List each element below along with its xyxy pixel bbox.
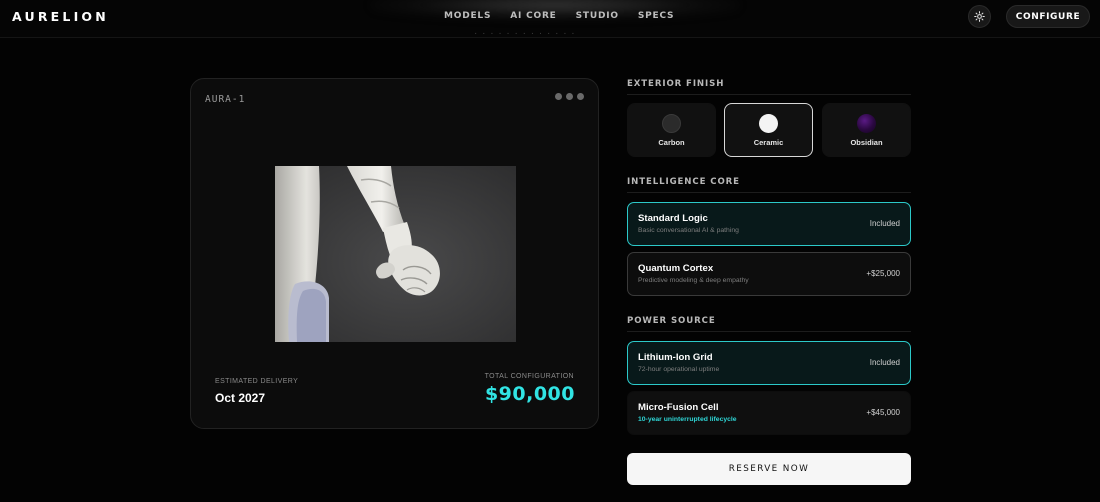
- option-description: Basic conversational AI & pathing: [638, 227, 739, 234]
- finish-option-ceramic[interactable]: Ceramic: [724, 103, 813, 157]
- theme-toggle-button[interactable]: [968, 5, 991, 28]
- option-micro-fusion-cell[interactable]: Micro-Fusion Cell 10-year uninterrupted …: [627, 391, 911, 435]
- option-title: Standard Logic: [638, 213, 708, 224]
- obsidian-swatch: [857, 114, 876, 133]
- finish-label: Ceramic: [753, 138, 784, 147]
- section-divider: [627, 192, 911, 193]
- finish-option-carbon[interactable]: Carbon: [627, 103, 716, 157]
- carbon-swatch: [662, 114, 681, 133]
- option-price: Included: [869, 219, 900, 228]
- section-divider: [627, 331, 911, 332]
- total-label: TOTAL CONFIGURATION: [484, 373, 574, 380]
- option-price: Included: [869, 358, 900, 367]
- option-quantum-cortex[interactable]: Quantum Cortex Predictive modeling & dee…: [627, 252, 911, 296]
- nav-item-ai-core[interactable]: AI CORE: [510, 11, 556, 21]
- main-nav: MODELS AI CORE STUDIO SPECS: [444, 11, 674, 21]
- delivery-date: Oct 2027: [215, 391, 266, 405]
- option-description: 72-hour operational uptime: [638, 366, 720, 373]
- delivery-label: ESTIMATED DELIVERY: [215, 378, 299, 385]
- exterior-finish-heading: EXTERIOR FINISH: [627, 79, 725, 89]
- intelligence-core-heading: INTELLIGENCE CORE: [627, 177, 740, 187]
- option-description: 10-year uninterrupted lifecycle: [638, 416, 737, 423]
- option-standard-logic[interactable]: Standard Logic Basic conversational AI &…: [627, 202, 911, 246]
- nav-item-studio[interactable]: STUDIO: [576, 11, 619, 21]
- brand-logo[interactable]: AURELION: [12, 9, 109, 24]
- option-description: Predictive modeling & deep empathy: [638, 277, 749, 284]
- robot-preview-image: [275, 166, 516, 342]
- finish-option-obsidian[interactable]: Obsidian: [822, 103, 911, 157]
- section-divider: [627, 94, 911, 95]
- option-title: Lithium-Ion Grid: [638, 352, 713, 363]
- finish-label: Obsidian: [850, 138, 883, 147]
- option-price: +$25,000: [866, 269, 900, 278]
- finish-label: Carbon: [658, 138, 685, 147]
- nav-item-specs[interactable]: SPECS: [638, 11, 674, 21]
- ceramic-swatch: [759, 114, 778, 133]
- more-dots-icon[interactable]: [555, 93, 584, 100]
- option-title: Micro-Fusion Cell: [638, 402, 719, 413]
- model-label: AURA-1: [205, 94, 246, 105]
- hero-subtitle-fragment: · · · · · · · · · · · · ·: [474, 28, 576, 39]
- reserve-now-button[interactable]: RESERVE NOW: [627, 453, 911, 485]
- sun-icon: [974, 11, 985, 22]
- total-price: $90,000: [484, 383, 575, 405]
- option-title: Quantum Cortex: [638, 263, 714, 274]
- nav-item-models[interactable]: MODELS: [444, 11, 491, 21]
- power-source-heading: POWER SOURCE: [627, 316, 716, 326]
- option-price: +$45,000: [866, 408, 900, 417]
- configure-button[interactable]: CONFIGURE: [1006, 5, 1090, 28]
- option-lithium-ion-grid[interactable]: Lithium-Ion Grid 72-hour operational upt…: [627, 341, 911, 385]
- robot-preview-card: AURA-1 ESTIMATED DELIVERY Oct 2027 TOTAL…: [190, 78, 599, 429]
